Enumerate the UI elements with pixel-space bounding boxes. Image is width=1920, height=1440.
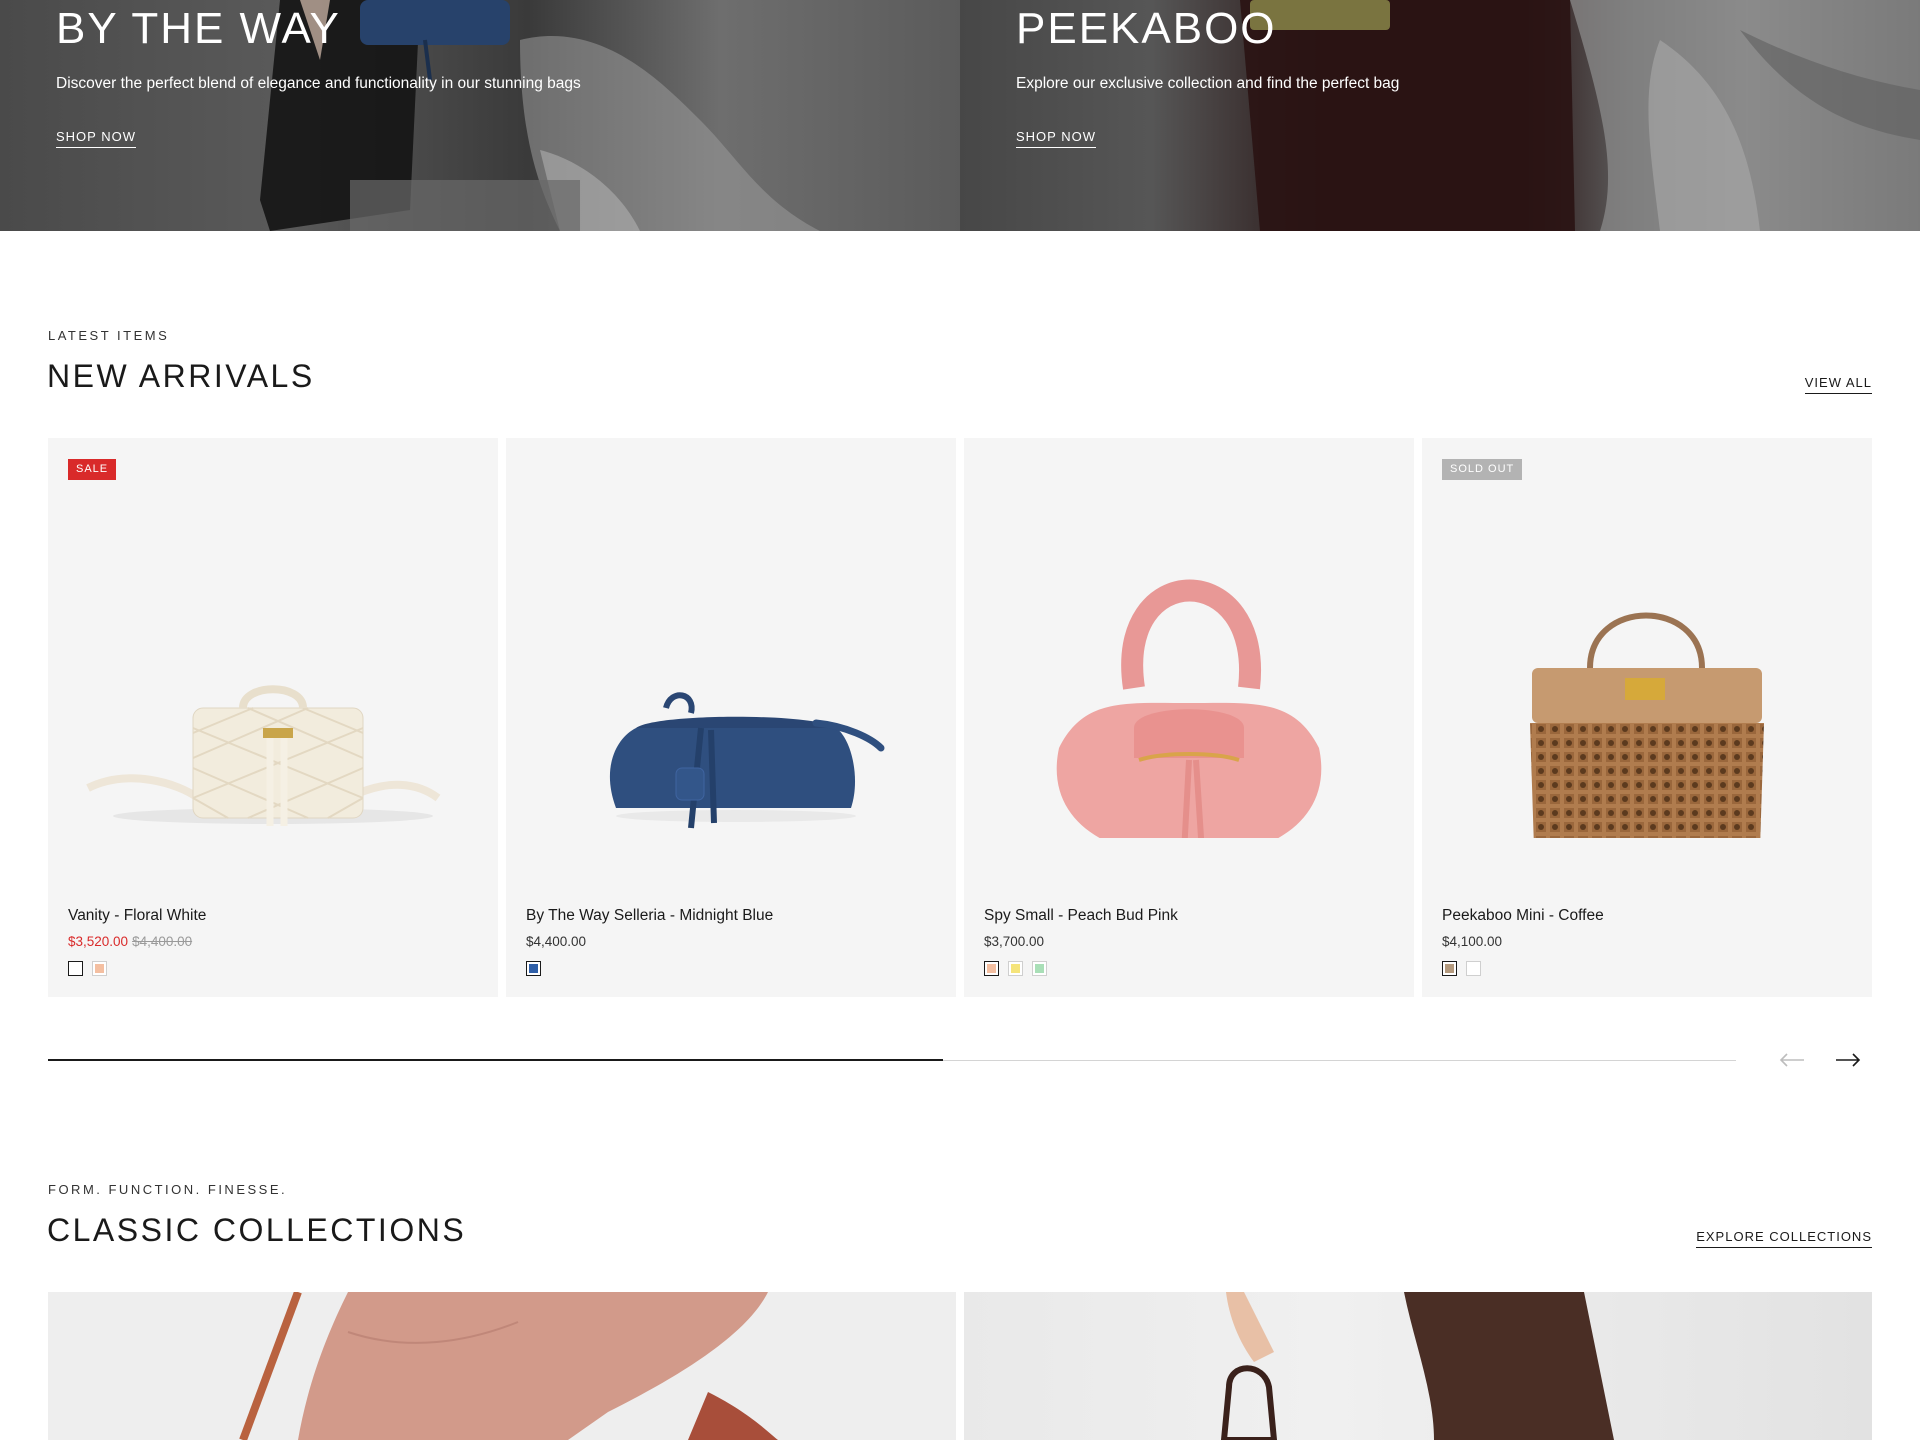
hero-banner: BY THE WAY Discover the perfect blend of… <box>0 0 1920 231</box>
hero-description: Explore our exclusive collection and fin… <box>1016 75 1400 92</box>
collection-card[interactable] <box>964 1292 1872 1440</box>
sold-out-badge: SOLD OUT <box>1442 459 1523 480</box>
product-name[interactable]: Spy Small - Peach Bud Pink <box>984 907 1178 925</box>
color-swatches <box>1442 961 1481 976</box>
product-image <box>1056 579 1322 838</box>
collection-image <box>1220 1292 1614 1440</box>
product-image <box>86 685 441 826</box>
color-swatch[interactable] <box>1032 961 1047 976</box>
color-swatches <box>984 961 1047 976</box>
color-swatch[interactable] <box>1442 961 1457 976</box>
hero-panel-by-the-way[interactable]: BY THE WAY Discover the perfect blend of… <box>0 0 960 231</box>
shop-now-link[interactable]: SHOP NOW <box>1016 129 1096 148</box>
carousel-scrollbar[interactable] <box>48 1059 1736 1061</box>
product-price: $4,100.00 <box>1442 934 1503 949</box>
product-carousel: SALE Vanity - Floral White $3,520.00 $4,4… <box>48 438 1872 997</box>
collection-card[interactable] <box>48 1292 956 1440</box>
next-arrow-icon[interactable] <box>1834 1048 1862 1072</box>
prev-arrow-icon[interactable] <box>1778 1048 1806 1072</box>
color-swatch[interactable] <box>984 961 999 976</box>
hero-description: Discover the perfect blend of elegance a… <box>56 75 581 92</box>
explore-collections-link[interactable]: EXPLORE COLLECTIONS <box>1696 1229 1872 1248</box>
product-card[interactable]: By The Way Selleria - Midnight Blue $4,4… <box>506 438 956 997</box>
section-eyebrow: FORM. FUNCTION. FINESSE. <box>48 1182 288 1197</box>
color-swatch[interactable] <box>1466 961 1481 976</box>
color-swatches <box>526 961 541 976</box>
carousel-scrollbar-thumb[interactable] <box>48 1059 943 1061</box>
color-swatch[interactable] <box>92 961 107 976</box>
collections-grid <box>48 1292 1872 1440</box>
view-all-link[interactable]: VIEW ALL <box>1804 375 1872 394</box>
product-price: $3,700.00 <box>984 934 1045 949</box>
section-title: CLASSIC COLLECTIONS <box>47 1212 467 1248</box>
hero-text-block: PEEKABOO Explore our exclusive collectio… <box>1016 0 1399 148</box>
hero-title: BY THE WAY <box>56 4 341 53</box>
hero-text-block: BY THE WAY Discover the perfect blend of… <box>56 0 581 148</box>
product-card[interactable]: Spy Small - Peach Bud Pink $3,700.00 <box>964 438 1414 997</box>
section-eyebrow: LATEST ITEMS <box>48 328 170 343</box>
original-price: $4,400.00 <box>132 934 193 949</box>
product-name[interactable]: Vanity - Floral White <box>68 907 206 925</box>
collection-image <box>239 1292 778 1440</box>
product-name[interactable]: Peekaboo Mini - Coffee <box>1442 907 1604 925</box>
hero-panel-peekaboo[interactable]: PEEKABOO Explore our exclusive collectio… <box>960 0 1920 231</box>
sale-badge: SALE <box>68 459 117 480</box>
product-card[interactable]: SOLD OUT Peekaboo Mini - Coffee $4,100.0… <box>1422 438 1872 997</box>
sale-price: $3,520.00 <box>68 934 129 949</box>
product-image <box>609 692 885 829</box>
color-swatch[interactable] <box>526 961 541 976</box>
color-swatch[interactable] <box>1008 961 1023 976</box>
section-title: NEW ARRIVALS <box>47 358 315 394</box>
shop-now-link[interactable]: SHOP NOW <box>56 129 136 148</box>
product-price: $3,520.00 $4,400.00 <box>68 934 192 949</box>
hero-title: PEEKABOO <box>1016 4 1277 53</box>
product-card[interactable]: SALE Vanity - Floral White $3,520.00 $4,4… <box>48 438 498 997</box>
product-price: $4,400.00 <box>526 934 587 949</box>
color-swatch[interactable] <box>68 961 83 976</box>
product-name[interactable]: By The Way Selleria - Midnight Blue <box>526 907 773 925</box>
product-image <box>1530 612 1764 838</box>
color-swatches <box>68 961 107 976</box>
